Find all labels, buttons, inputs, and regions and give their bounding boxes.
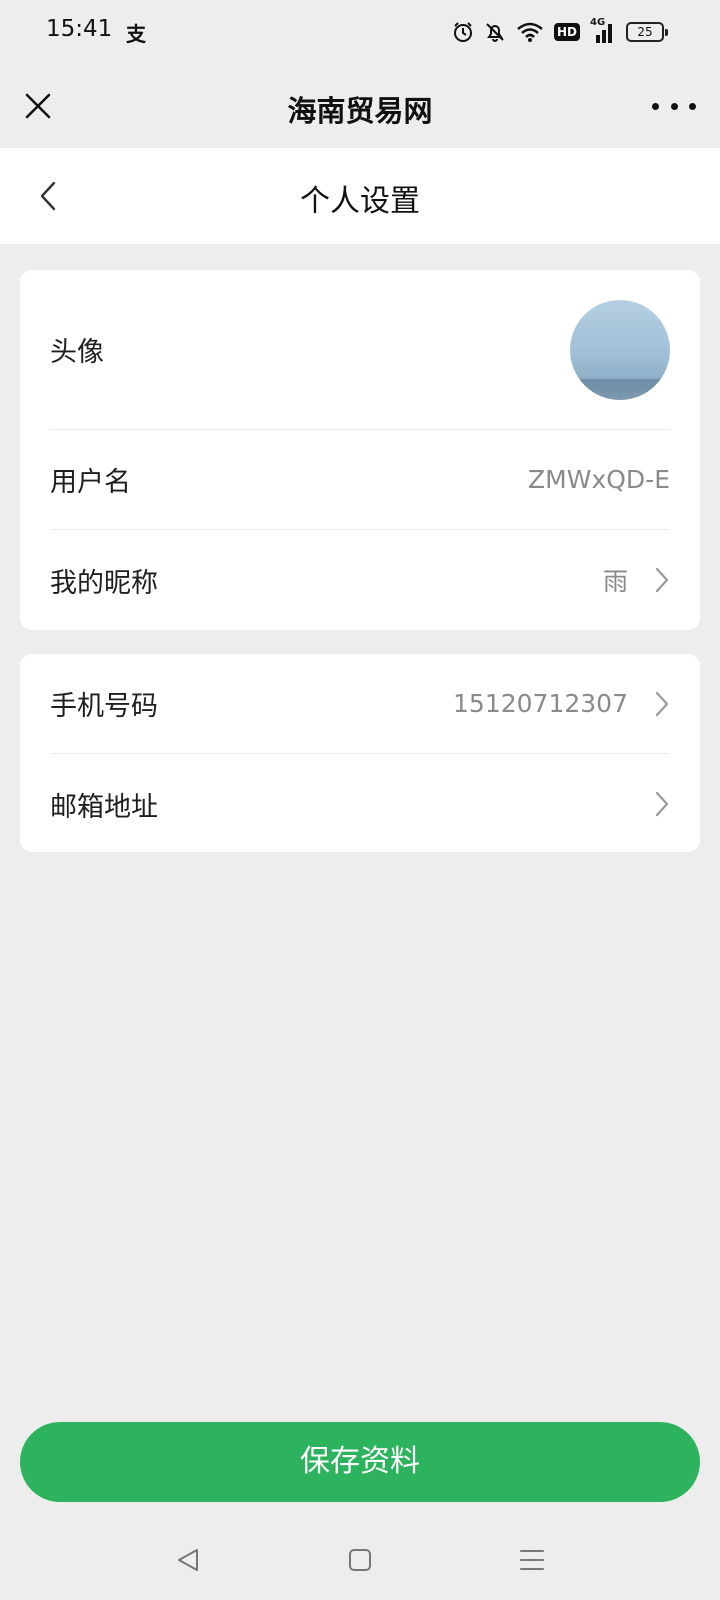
avatar-row[interactable]: 头像 <box>50 270 670 430</box>
contact-card: 手机号码 15120712307 邮箱地址 <box>20 654 700 852</box>
phone-row[interactable]: 手机号码 15120712307 <box>50 654 670 754</box>
more-icon-dot <box>652 102 659 110</box>
top-bar: 海南贸易网 <box>0 64 720 148</box>
username-row: 用户名 ZMWxQD-E <box>50 430 670 530</box>
more-icon-dot <box>670 102 678 110</box>
chevron-right-icon <box>654 566 670 594</box>
nickname-row[interactable]: 我的昵称 雨 <box>50 530 670 630</box>
nav-menu-button[interactable] <box>514 1542 550 1578</box>
wifi-icon <box>516 21 544 43</box>
status-bar: 15:41 支 HD 4G 25 <box>0 0 720 64</box>
status-icons: HD 4G 25 <box>452 17 668 46</box>
status-time: 15:41 <box>46 16 113 42</box>
page-title: 个人设置 <box>300 184 420 219</box>
page-header: 个人设置 <box>0 148 720 244</box>
nickname-value: 雨 <box>602 567 628 596</box>
phone-right: 15120712307 <box>453 689 670 718</box>
avatar[interactable] <box>570 299 670 400</box>
more-button[interactable] <box>652 94 696 118</box>
nickname-label: 我的昵称 <box>50 567 158 599</box>
nav-back-button[interactable] <box>170 1542 206 1578</box>
signal-4g-icon: 4G <box>590 17 616 43</box>
phone-label: 手机号码 <box>50 691 158 722</box>
alipay-notification-icon: 支 <box>126 22 146 46</box>
triangle-back-icon <box>178 1549 198 1571</box>
chevron-right-icon <box>654 790 670 818</box>
mute-bell-icon <box>484 21 506 43</box>
nickname-right: 雨 <box>603 562 670 598</box>
nav-home-button[interactable] <box>342 1542 378 1578</box>
phone-value: 15120712307 <box>453 689 628 718</box>
system-nav-bar <box>0 1520 720 1600</box>
email-row[interactable]: 邮箱地址 <box>50 754 670 854</box>
app-title: 海南贸易网 <box>287 94 433 128</box>
profile-card: 头像 用户名 ZMWxQD-E 我的昵称 雨 <box>20 270 700 630</box>
username-label: 用户名 <box>50 467 131 498</box>
email-right <box>628 790 670 818</box>
square-home-icon <box>349 1549 371 1571</box>
hd-icon: HD <box>553 23 580 41</box>
email-label: 邮箱地址 <box>50 791 158 823</box>
menu-lines-icon <box>520 1550 544 1570</box>
battery-icon: 25 <box>626 22 668 42</box>
username-value: ZMWxQD-E <box>528 465 670 494</box>
avatar-right <box>570 299 670 400</box>
avatar-label: 头像 <box>50 337 104 368</box>
username-right: ZMWxQD-E <box>528 465 670 494</box>
chevron-right-icon <box>654 690 670 718</box>
alarm-icon <box>452 21 474 43</box>
save-profile-button[interactable]: 保存资料 <box>20 1422 700 1502</box>
more-icon-dot <box>689 102 696 110</box>
